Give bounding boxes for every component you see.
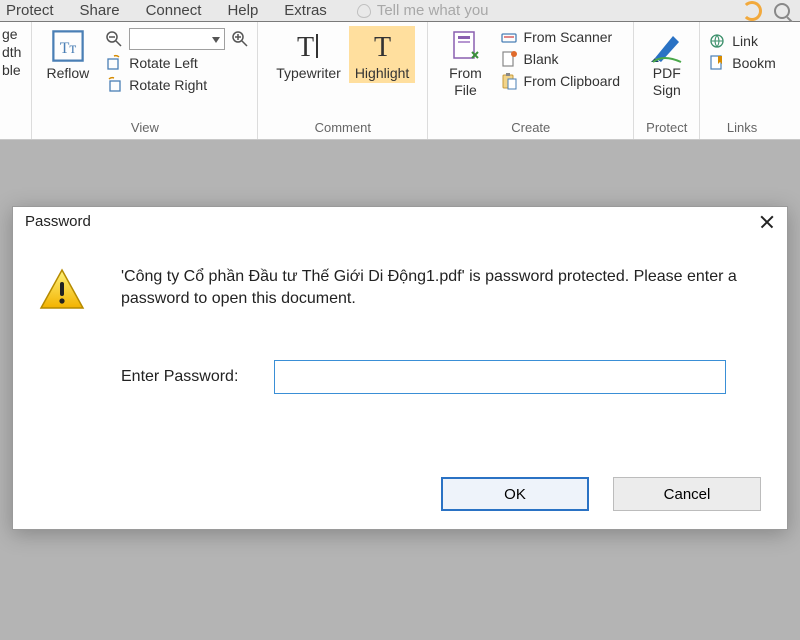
group-label-protect: Protect <box>646 120 687 137</box>
zoom-in-icon[interactable] <box>231 30 249 48</box>
menu-share[interactable]: Share <box>80 2 120 19</box>
bookmark-icon <box>708 54 726 72</box>
pdf-sign-icon <box>649 28 685 64</box>
dialog-title: Password <box>25 213 91 230</box>
menu-protect[interactable]: Protect <box>6 2 54 19</box>
menu-help[interactable]: Help <box>227 2 258 19</box>
typewriter-icon: T <box>291 28 327 64</box>
rotate-left-icon <box>105 54 123 72</box>
search-icon[interactable] <box>774 3 790 19</box>
from-clipboard-button[interactable]: From Clipboard <box>500 72 620 90</box>
bulb-icon <box>357 4 371 18</box>
close-icon[interactable] <box>759 214 775 230</box>
link-icon <box>708 32 726 50</box>
bookmark-button[interactable]: Bookm <box>708 54 776 72</box>
dialog-message: 'Công ty Cổ phần Đầu tư Thế Giới Di Động… <box>121 266 761 309</box>
rotate-left-button[interactable]: Rotate Left <box>105 54 249 72</box>
rotate-right-button[interactable]: Rotate Right <box>105 76 249 94</box>
clipboard-icon <box>500 72 518 90</box>
highlight-button[interactable]: T Highlight <box>349 26 415 83</box>
reflow-icon: Tᴛ <box>50 28 86 64</box>
tell-me-search[interactable]: Tell me what you <box>357 2 489 19</box>
pdf-sign-button[interactable]: PDF Sign <box>643 26 691 99</box>
password-dialog: Password 'Công ty Cổ phần Đầu tư Thế Giớ… <box>12 206 788 530</box>
blank-icon <box>500 50 518 68</box>
from-scanner-button[interactable]: From Scanner <box>500 28 620 46</box>
scanner-icon <box>500 28 518 46</box>
typewriter-button[interactable]: T Typewriter <box>270 26 347 83</box>
password-label: Enter Password: <box>121 368 238 386</box>
group-label-comment: Comment <box>315 120 371 137</box>
zoom-out-icon[interactable] <box>105 30 123 48</box>
from-file-button[interactable]: From File <box>442 26 490 99</box>
zoom-combo[interactable] <box>129 28 225 50</box>
svg-text:Tᴛ: Tᴛ <box>60 40 77 57</box>
group-label-create: Create <box>511 120 550 137</box>
menu-extras[interactable]: Extras <box>284 2 327 19</box>
menu-connect[interactable]: Connect <box>146 2 202 19</box>
from-file-icon <box>448 28 484 64</box>
cancel-button[interactable]: Cancel <box>613 477 761 511</box>
link-button[interactable]: Link <box>708 32 776 50</box>
ok-button[interactable]: OK <box>441 477 589 511</box>
svg-text:T: T <box>297 32 314 63</box>
svg-text:T: T <box>374 32 391 63</box>
loading-icon[interactable] <box>742 1 762 21</box>
tell-me-label: Tell me what you <box>377 2 489 19</box>
menubar: Protect Share Connect Help Extras Tell m… <box>0 0 800 22</box>
password-input[interactable] <box>274 360 726 394</box>
ribbon: ge dth ble Tᴛ Reflow <box>0 22 800 140</box>
reflow-button[interactable]: Tᴛ Reflow <box>40 26 95 83</box>
fit-page-partial[interactable]: ge dth ble <box>2 26 25 78</box>
rotate-right-icon <box>105 76 123 94</box>
group-label-links: Links <box>727 120 757 137</box>
highlight-icon: T <box>364 28 400 64</box>
group-label-view: View <box>131 120 159 137</box>
blank-button[interactable]: Blank <box>500 50 620 68</box>
warning-icon <box>39 268 85 310</box>
